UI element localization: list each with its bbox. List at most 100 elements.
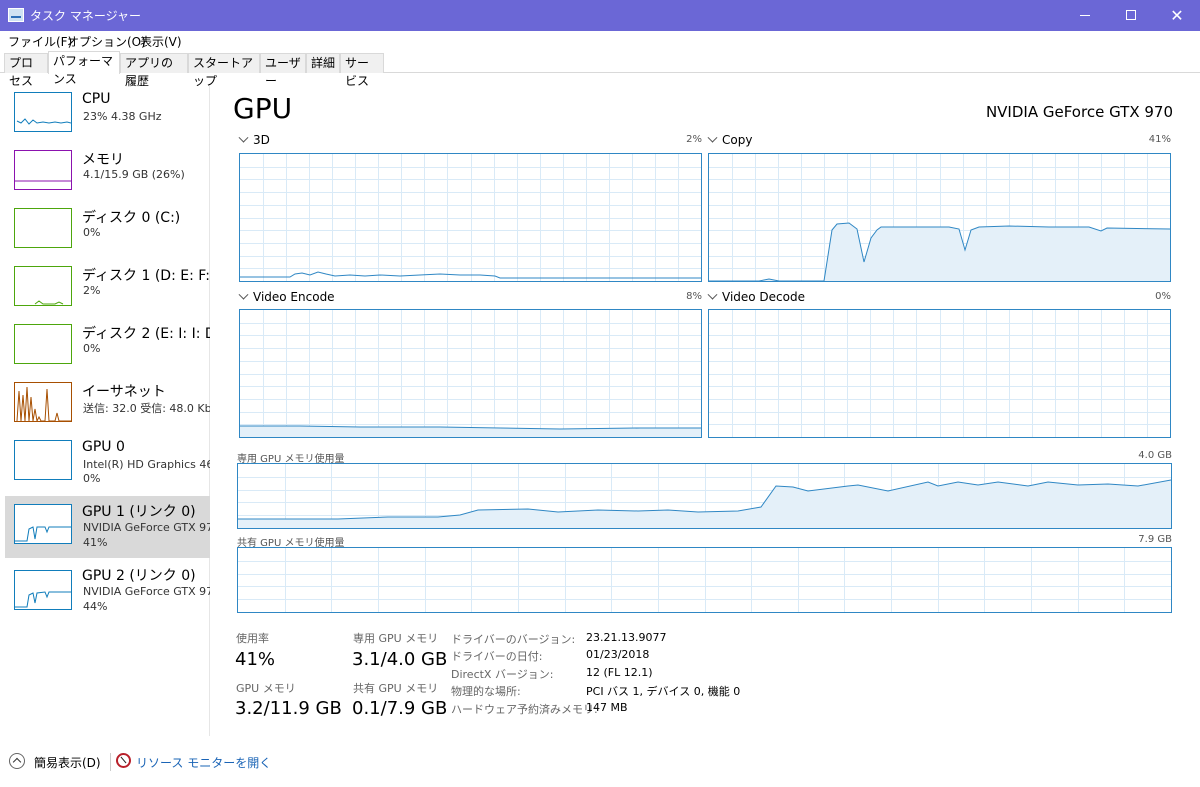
resource-sidebar: CPU 23% 4.38 GHz メモリ 4.1/15.9 GB (26%) デ…: [0, 86, 210, 736]
window-title: タスク マネージャー: [30, 9, 141, 23]
title-bar: タスク マネージャー ✕: [0, 0, 1200, 31]
page-title: GPU: [233, 92, 293, 125]
engine-video-encode-selector[interactable]: Video Encode: [238, 289, 335, 304]
tab-details[interactable]: 詳細: [306, 53, 340, 73]
graph-grid: [240, 154, 701, 281]
physical-location-label: 物理的な場所:: [451, 685, 521, 698]
sidebar-item-sub2: 41%: [83, 536, 108, 549]
shared-memory-graph: [237, 547, 1172, 613]
engine-video-decode-pct: 0%: [1155, 291, 1171, 302]
chevron-down-icon: [238, 289, 249, 300]
engine-video-decode-plot: [709, 310, 1170, 437]
sidebar-item-memory[interactable]: メモリ 4.1/15.9 GB (26%): [5, 144, 210, 202]
tab-services[interactable]: サービス: [340, 53, 384, 88]
sidebar-item-disk1[interactable]: ディスク 1 (D: E: F: E: 2%: [5, 260, 210, 318]
engine-copy-graph: [708, 153, 1171, 282]
sidebar-item-gpu1[interactable]: GPU 1 (リンク 0) NVIDIA GeForce GTX 970 41%: [5, 496, 210, 558]
dedicated-gpu-memory-value: 3.1/4.0 GB: [352, 649, 448, 670]
engine-copy-label: Copy: [722, 133, 753, 147]
minimize-button[interactable]: [1062, 0, 1108, 31]
sidebar-item-title: CPU: [82, 91, 111, 107]
engine-video-decode-selector[interactable]: Video Decode: [707, 289, 805, 304]
sidebar-item-title: メモリ: [82, 152, 124, 168]
shared-gpu-memory-label: 共有 GPU メモリ: [353, 682, 439, 695]
gpu2-thumbnail: [14, 570, 72, 610]
cpu-thumbnail: [14, 92, 72, 132]
tab-strip: プロセス パフォーマンス アプリの履歴 スタートアップ ユーザー 詳細 サービス: [0, 51, 1200, 88]
disk0-thumbnail: [14, 208, 72, 248]
sidebar-item-sub: NVIDIA GeForce GTX 970: [83, 521, 210, 534]
graph-grid: [240, 310, 701, 437]
dedicated-memory-plot: [238, 464, 1171, 528]
menu-file[interactable]: ファイル(F): [8, 33, 72, 50]
gpu-memory-value: 3.2/11.9 GB: [235, 698, 342, 719]
resource-monitor-icon[interactable]: [116, 753, 131, 768]
sidebar-item-title: ディスク 0 (C:): [82, 210, 181, 226]
utilization-label: 使用率: [236, 632, 269, 645]
gpu-memory-label: GPU メモリ: [236, 682, 296, 695]
close-icon: ✕: [1170, 6, 1184, 25]
chevron-down-icon: [238, 132, 249, 143]
gpu0-thumbnail: [14, 440, 72, 480]
maximize-button[interactable]: [1108, 0, 1154, 31]
sidebar-item-cpu[interactable]: CPU 23% 4.38 GHz: [5, 86, 210, 144]
sidebar-item-gpu2[interactable]: GPU 2 (リンク 0) NVIDIA GeForce GTX 970 44%: [5, 560, 210, 618]
engine-3d-plot: [240, 154, 701, 281]
sidebar-item-sub2: 0%: [83, 472, 101, 485]
tab-startup[interactable]: スタートアップ: [188, 53, 260, 88]
sidebar-item-disk2[interactable]: ディスク 2 (E: I: I: D: I: 0%: [5, 318, 210, 376]
menu-options[interactable]: オプション(O): [67, 33, 146, 50]
graph-grid: [238, 548, 1171, 612]
sidebar-item-title: GPU 0: [82, 439, 125, 455]
sidebar-item-title: ディスク 1 (D: E: F: E:: [82, 268, 210, 284]
driver-version-value: 23.21.13.9077: [586, 631, 667, 644]
utilization-value: 41%: [235, 649, 276, 670]
dedicated-gpu-memory-label: 専用 GPU メモリ: [353, 632, 439, 645]
shared-gpu-memory-value: 0.1/7.9 GB: [352, 698, 448, 719]
disk1-thumbnail: [14, 266, 72, 306]
tab-app-history[interactable]: アプリの履歴: [120, 53, 188, 88]
tab-processes[interactable]: プロセス: [4, 53, 48, 88]
sidebar-item-title: GPU 1 (リンク 0): [82, 504, 196, 520]
tab-performance[interactable]: パフォーマンス: [48, 51, 120, 86]
fewer-details-button[interactable]: 簡易表示(D): [34, 754, 101, 771]
engine-3d-graph: [239, 153, 702, 282]
reserved-memory-label: ハードウェア予約済みメモリ:: [451, 703, 598, 716]
directx-version-label: DirectX バージョン:: [451, 668, 554, 681]
engine-video-decode-graph: [708, 309, 1171, 438]
bottom-bar: 簡易表示(D) リソース モニターを開く: [0, 745, 1200, 779]
engine-copy-selector[interactable]: Copy: [707, 132, 753, 147]
minimize-icon: [1080, 14, 1090, 16]
driver-date-label: ドライバーの日付:: [451, 650, 543, 663]
sidebar-item-disk0[interactable]: ディスク 0 (C:) 0%: [5, 202, 210, 260]
engine-copy-plot: [709, 154, 1170, 281]
open-resource-monitor-link[interactable]: リソース モニターを開く: [136, 754, 271, 771]
menu-bar: ファイル(F) オプション(O) 表示(V): [0, 31, 1200, 51]
sidebar-item-gpu0[interactable]: GPU 0 Intel(R) HD Graphics 4600 0%: [5, 434, 210, 492]
tab-users[interactable]: ユーザー: [260, 53, 306, 88]
sidebar-item-sub: 4.1/15.9 GB (26%): [83, 168, 185, 181]
engine-video-encode-graph: [239, 309, 702, 438]
engine-3d-selector[interactable]: 3D: [238, 132, 270, 147]
engine-video-encode-pct: 8%: [686, 291, 702, 302]
menu-view[interactable]: 表示(V): [140, 33, 182, 50]
driver-version-label: ドライバーのバージョン:: [451, 633, 576, 646]
sidebar-item-sub2: 44%: [83, 600, 108, 613]
sidebar-item-ethernet[interactable]: イーサネット 送信: 32.0 受信: 48.0 Kbps: [5, 376, 210, 434]
sidebar-item-sub: 23% 4.38 GHz: [83, 110, 162, 123]
gpu-model-name: NVIDIA GeForce GTX 970: [985, 103, 1173, 121]
sidebar-item-sub: 0%: [83, 342, 101, 355]
sidebar-item-title: ディスク 2 (E: I: I: D: I:: [82, 326, 210, 342]
close-button[interactable]: ✕: [1154, 0, 1200, 31]
sidebar-item-sub: 0%: [83, 226, 101, 239]
collapse-icon[interactable]: [9, 753, 25, 769]
engine-copy-pct: 41%: [1148, 134, 1171, 145]
memory-thumbnail: [14, 150, 72, 190]
chevron-down-icon: [707, 132, 718, 143]
physical-location-value: PCI バス 1, デバイス 0, 機能 0: [586, 685, 741, 698]
sidebar-item-sub: NVIDIA GeForce GTX 970: [83, 585, 210, 598]
engine-video-encode-plot: [240, 310, 701, 437]
shared-memory-max: 7.9 GB: [1138, 534, 1172, 545]
sidebar-item-sub: 送信: 32.0 受信: 48.0 Kbps: [83, 402, 210, 415]
maximize-icon: [1126, 10, 1136, 20]
